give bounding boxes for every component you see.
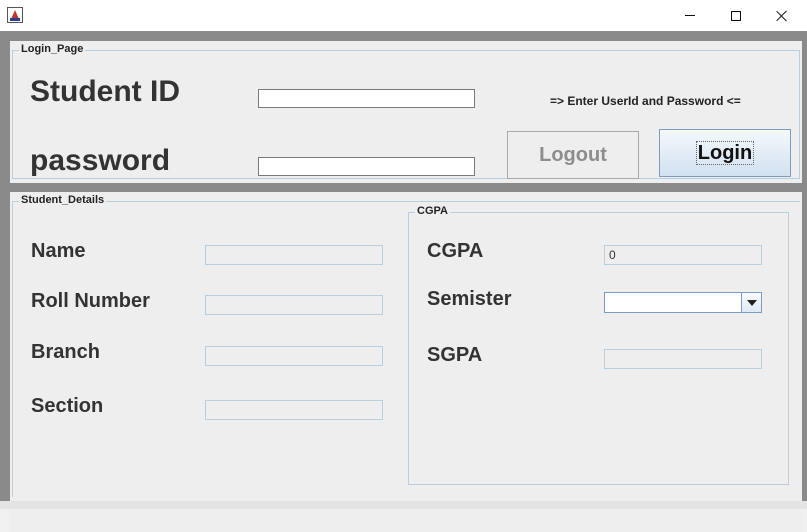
semister-combobox[interactable] [604,292,762,313]
background-strip [0,501,807,509]
roll-number-label: Roll Number [31,290,150,312]
roll-number-field[interactable] [205,295,383,315]
section-field[interactable] [205,400,383,420]
branch-field[interactable] [205,346,383,366]
cgpa-group-legend: CGPA [415,205,450,217]
title-bar [0,0,807,32]
student-details-panel: Student_Details Name Roll Number Branch … [10,192,802,532]
close-icon [776,10,788,22]
student-id-input[interactable] [258,89,475,108]
branch-label: Branch [31,341,100,363]
password-input[interactable] [258,157,475,176]
login-hint: => Enter UserId and Password <= [550,94,741,108]
login-panel: Login_Page Student ID password => Enter … [10,41,802,183]
student-details-legend: Student_Details [19,194,107,206]
name-label: Name [31,240,86,262]
login-label: Login [695,141,755,165]
maximize-icon [731,10,741,21]
combobox-arrow-button[interactable] [741,293,761,312]
logout-button[interactable]: Logout [507,131,639,179]
maximize-button[interactable] [713,0,759,31]
student-id-label: Student ID [30,75,180,108]
minimize-button[interactable] [667,0,713,31]
content-frame: Login_Page Student ID password => Enter … [0,31,807,532]
section-label: Section [31,395,104,417]
name-field[interactable] [205,245,383,265]
cgpa-field[interactable]: 0 [604,245,762,265]
sgpa-field[interactable] [604,349,762,369]
chevron-down-icon [746,299,757,306]
semister-label: Semister [427,288,512,310]
sgpa-label: SGPA [427,344,483,366]
logout-label: Logout [539,143,607,166]
close-button[interactable] [759,0,805,31]
login-group-legend: Login_Page [19,43,86,55]
password-label: password [30,144,171,177]
cgpa-label: CGPA [427,240,484,262]
java-cup-icon [7,7,23,23]
minimize-icon [685,15,695,16]
login-button[interactable]: Login [659,129,791,177]
